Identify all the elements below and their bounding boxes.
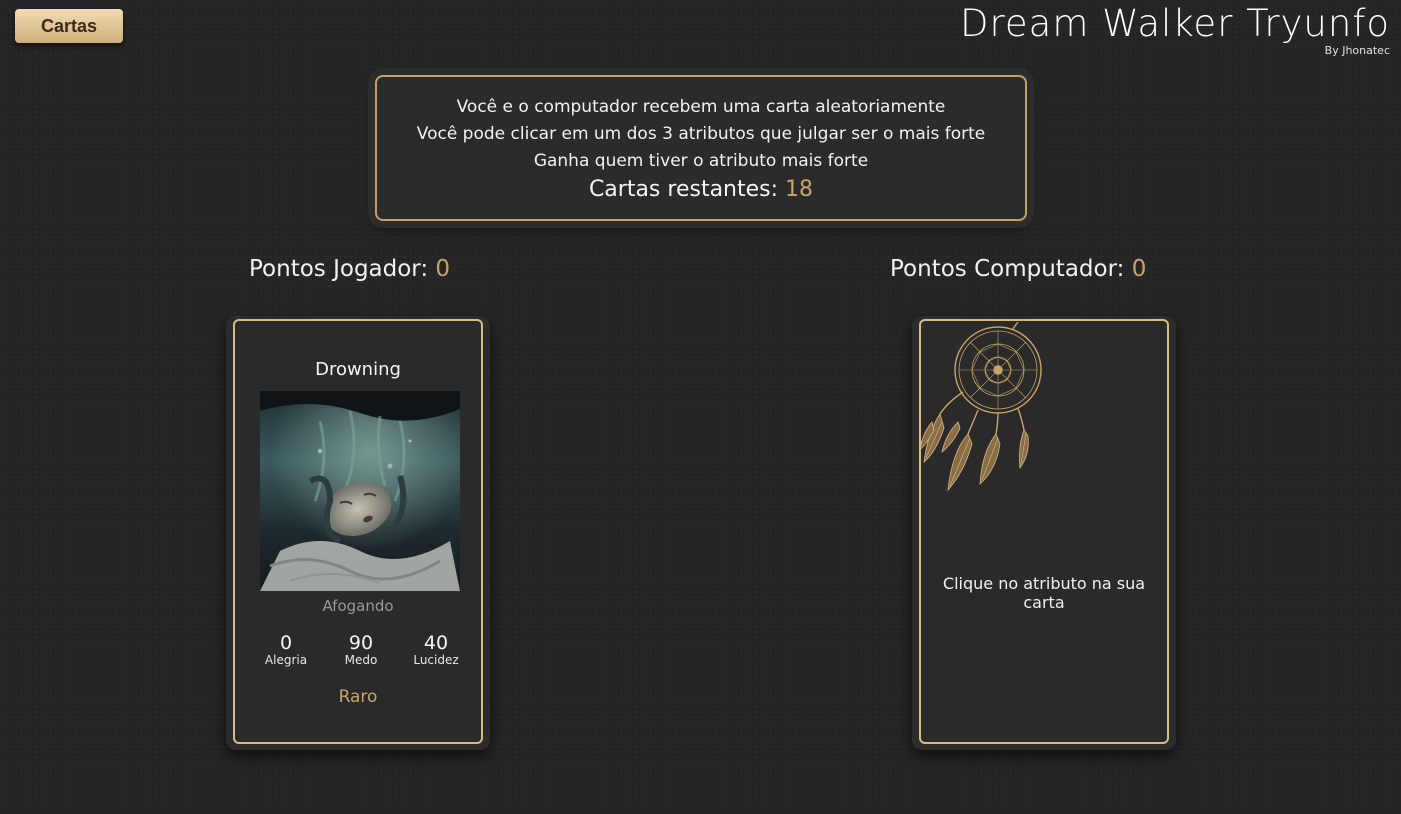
card-subtitle: Afogando [322, 597, 394, 615]
attribute-value: 40 [423, 632, 449, 654]
remaining-cards: Cartas restantes: 18 [377, 175, 1025, 205]
instruction-line-2: Você pode clicar em um dos 3 atributos q… [416, 124, 986, 144]
computer-score-value: 0 [1131, 256, 1147, 282]
computer-score: Pontos Computador: 0 [890, 256, 1146, 282]
cards-button[interactable]: Cartas [15, 9, 123, 43]
attribute-lucidez[interactable]: 40 Lucidez [406, 633, 466, 667]
app-title: Dream Walker Tryunfo [960, 2, 1390, 45]
attribute-label: Medo [344, 653, 378, 667]
app-author: By Jhonatec [1324, 44, 1390, 57]
attribute-label: Lucidez [413, 653, 459, 667]
attribute-value: 90 [348, 632, 374, 654]
player-score: Pontos Jogador: 0 [249, 256, 450, 282]
computer-card-message: Clique no atributo na sua carta [942, 574, 1146, 612]
attribute-medo[interactable]: 90 Medo [331, 633, 391, 667]
brand: Dream Walker Tryunfo By Jhonatec [960, 2, 1390, 57]
instruction-line-1: Você e o computador recebem uma carta al… [456, 97, 946, 117]
attribute-alegria[interactable]: 0 Alegria [256, 633, 316, 667]
attribute-label: Alegria [264, 653, 308, 667]
remaining-cards-count: 18 [785, 177, 814, 202]
player-score-value: 0 [435, 256, 451, 282]
card-rarity: Raro [338, 687, 378, 707]
instructions-panel: Você e o computador recebem uma carta al… [375, 75, 1027, 221]
card-name: Drowning [315, 359, 401, 380]
card-attributes: 0 Alegria 90 Medo 40 Lucidez [256, 633, 466, 667]
computer-card: Clique no atributo na sua carta [912, 316, 1176, 750]
attribute-value: 0 [279, 632, 293, 654]
player-card: Drowning Afogando 0 Alegria 90 Medo 40 L… [226, 316, 490, 750]
drowning-face-illustration [260, 391, 460, 591]
computer-score-label: Pontos Computador: [890, 256, 1125, 282]
remaining-cards-label: Cartas restantes: [588, 177, 779, 202]
computer-card-body: Clique no atributo na sua carta [919, 319, 1169, 744]
instruction-line-3: Ganha quem tiver o atributo mais forte [533, 151, 869, 171]
dreamcatcher-icon [918, 321, 1048, 506]
player-score-label: Pontos Jogador: [249, 256, 429, 282]
player-card-body: Drowning Afogando 0 Alegria 90 Medo 40 L… [233, 319, 483, 744]
